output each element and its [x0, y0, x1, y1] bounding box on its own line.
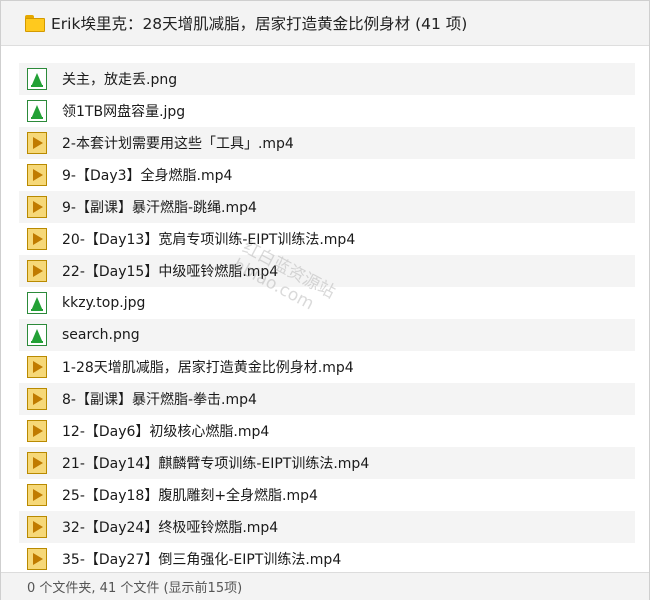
file-row[interactable]: 8-【副课】暴汗燃脂-拳击.mp4	[19, 383, 635, 415]
file-name[interactable]: 9-【Day3】全身燃脂.mp4	[62, 165, 232, 185]
video-file-icon	[27, 196, 47, 218]
file-list: 关主，放走丢.png 领1TB网盘容量.jpg 2-本套计划需要用这些「工具」.mp…	[19, 63, 635, 570]
video-file-icon	[27, 228, 47, 250]
video-file-icon	[27, 420, 47, 442]
status-text: 0 个文件夹, 41 个文件 (显示前15项)	[27, 581, 243, 596]
video-file-icon	[27, 356, 47, 378]
image-file-icon	[27, 68, 47, 90]
file-name[interactable]: 21-【Day14】麒麟臂专项训练-EIPT训练法.mp4	[62, 453, 369, 473]
file-name[interactable]: 8-【副课】暴汗燃脂-拳击.mp4	[62, 389, 257, 409]
video-file-icon	[27, 452, 47, 474]
file-row[interactable]: 12-【Day6】初级核心燃脂.mp4	[19, 415, 635, 447]
file-row[interactable]: 21-【Day14】麒麟臂专项训练-EIPT训练法.mp4	[19, 447, 635, 479]
file-row[interactable]: 关主，放走丢.png	[19, 63, 635, 95]
video-file-icon	[27, 516, 47, 538]
file-row[interactable]: 32-【Day24】终极哑铃燃脂.mp4	[19, 511, 635, 543]
file-name[interactable]: 2-本套计划需要用这些「工具」.mp4	[62, 133, 294, 153]
video-file-icon	[27, 548, 47, 570]
file-row[interactable]: 9-【副课】暴汗燃脂-跳绳.mp4	[19, 191, 635, 223]
file-row[interactable]: search.png	[19, 319, 635, 351]
file-row[interactable]: 22-【Day15】中级哑铃燃脂.mp4	[19, 255, 635, 287]
file-name[interactable]: 1-28天增肌减脂，居家打造黄金比例身材.mp4	[62, 357, 354, 377]
file-row[interactable]: 20-【Day13】宽肩专项训练-EIPT训练法.mp4	[19, 223, 635, 255]
image-file-icon	[27, 100, 47, 122]
video-file-icon	[27, 484, 47, 506]
file-name[interactable]: 35-【Day27】倒三角强化-EIPT训练法.mp4	[62, 549, 341, 569]
status-bar: 0 个文件夹, 41 个文件 (显示前15项)	[1, 572, 649, 600]
file-name[interactable]: search.png	[62, 327, 140, 343]
file-name[interactable]: 22-【Day15】中级哑铃燃脂.mp4	[62, 261, 278, 281]
file-listing-window: Erik埃里克：28天增肌减脂，居家打造黄金比例身材 (41 项) 关主，放走丢…	[0, 0, 650, 600]
folder-header: Erik埃里克：28天增肌减脂，居家打造黄金比例身材 (41 项)	[1, 1, 649, 46]
file-row[interactable]: kkzy.top.jpg	[19, 287, 635, 319]
file-row[interactable]: 2-本套计划需要用这些「工具」.mp4	[19, 127, 635, 159]
file-name[interactable]: 25-【Day18】腹肌雕刻+全身燃脂.mp4	[62, 485, 318, 505]
folder-icon	[25, 14, 45, 32]
file-name[interactable]: 关主，放走丢.png	[62, 69, 177, 89]
file-row[interactable]: 25-【Day18】腹肌雕刻+全身燃脂.mp4	[19, 479, 635, 511]
image-file-icon	[27, 292, 47, 314]
file-row[interactable]: 领1TB网盘容量.jpg	[19, 95, 635, 127]
file-name[interactable]: 领1TB网盘容量.jpg	[62, 101, 185, 121]
file-row[interactable]: 9-【Day3】全身燃脂.mp4	[19, 159, 635, 191]
video-file-icon	[27, 132, 47, 154]
folder-title: Erik埃里克：28天增肌减脂，居家打造黄金比例身材 (41 项)	[51, 15, 468, 33]
video-file-icon	[27, 164, 47, 186]
file-name[interactable]: 9-【副课】暴汗燃脂-跳绳.mp4	[62, 197, 257, 217]
video-file-icon	[27, 388, 47, 410]
file-name[interactable]: kkzy.top.jpg	[62, 295, 145, 311]
file-name[interactable]: 32-【Day24】终极哑铃燃脂.mp4	[62, 517, 278, 537]
file-name[interactable]: 20-【Day13】宽肩专项训练-EIPT训练法.mp4	[62, 229, 355, 249]
file-row[interactable]: 35-【Day27】倒三角强化-EIPT训练法.mp4	[19, 543, 635, 570]
file-name[interactable]: 12-【Day6】初级核心燃脂.mp4	[62, 421, 269, 441]
file-row[interactable]: 1-28天增肌减脂，居家打造黄金比例身材.mp4	[19, 351, 635, 383]
image-file-icon	[27, 324, 47, 346]
video-file-icon	[27, 260, 47, 282]
